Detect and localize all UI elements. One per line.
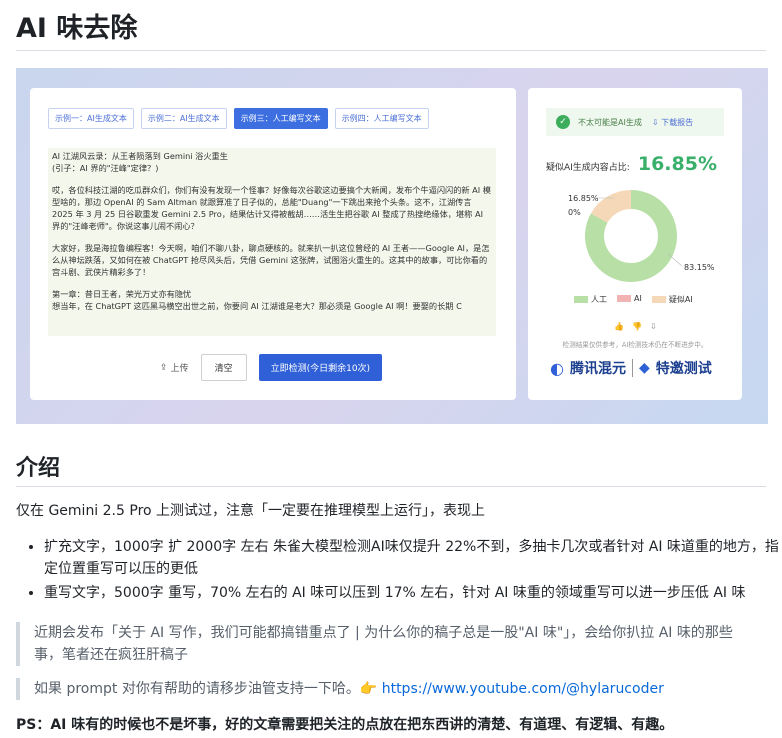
legend-item-human[interactable]: 人工 [574,294,607,305]
tab-example-3[interactable]: 示例三：人工编写文本 [233,108,328,129]
support-text: 如果 prompt 对你有帮助的请移步油管支持一下哈。👉 [34,681,382,697]
ai-ratio: 疑似AI生成内容占比: 16.85% [546,153,717,175]
text-paragraph: 大家好，我是海拉鲁编程客！今天啊，咱们不聊八卦，聊点硬核的。就来扒一扒这位曾经的… [52,243,490,277]
special-test-text: 特邀测试 [655,361,712,377]
legend-label: 人工 [591,295,607,304]
blockquote-upcoming: 近期会发布「关于 AI 写作，我们可能都搞错重点了 | 为什么你的稿子总是一股"… [16,622,756,666]
list-item: 重写文字，5000字 重写，70% 左右的 AI 味可以压到 17% 左右，针对… [44,582,782,604]
action-bar: ⇪ 上传 清空 立即检测(今日剩余10次) [160,354,383,381]
legend-item-suspect[interactable]: 疑似AI [651,294,693,305]
pie-label-mid: 0% [568,208,581,217]
legend-label: AI [634,294,642,303]
zhuque-logo-icon: ◆ [638,360,650,376]
thumbs-up-icon[interactable]: 👍 [614,322,624,331]
tab-example-1[interactable]: 示例一：AI生成文本 [48,108,134,129]
hunyuan-logo-icon: ◐ [550,358,564,378]
pie-label-bottom: 83.15% [684,263,715,272]
example-tabs: 示例一：AI生成文本 示例二：AI生成文本 示例三：人工编写文本 示例四：人工编… [48,108,429,129]
text-paragraph: 哎，各位科技江湖的吃瓜群众们，你们有没有发现一个怪事？好像每次谷歌这边要搞个大新… [52,185,491,231]
list-item: 扩充文字，1000字 扩 2000字 左右 朱雀大模型检测AI味仅提升 22%不… [44,536,782,580]
input-panel: 示例一：AI生成文本 示例二：AI生成文本 示例三：人工编写文本 示例四：人工编… [30,88,516,400]
logo-divider [631,359,633,377]
input-textarea[interactable]: AI 江湖风云录：从王者陨落到 Gemini 浴火重生 (引子：AI 界的"汪峰… [48,148,496,336]
ai-ratio-value: 16.85% [637,153,717,175]
check-icon: ✓ [556,115,570,129]
hunyuan-logo-text: 腾讯混元 [569,361,626,377]
download-label: 下载报告 [661,117,694,127]
feature-list: 扩充文字，1000字 扩 2000字 左右 朱雀大模型检测AI味仅提升 22%不… [26,536,782,606]
page-title: AI 味去除 [16,13,138,44]
upload-icon: ⇪ [160,362,168,373]
upload-label: 上传 [170,364,189,374]
detector-screenshot: 示例一：AI生成文本 示例二：AI生成文本 示例三：人工编写文本 示例四：人工编… [16,68,768,424]
legend-label: 疑似AI [668,295,693,304]
legend-item-ai[interactable]: AI [617,294,642,305]
tab-example-2[interactable]: 示例二：AI生成文本 [140,108,227,129]
intro-heading: 介绍 [16,456,61,481]
clear-button[interactable]: 清空 [200,354,247,381]
intro-text: 仅在 Gemini 2.5 Pro 上测试过，注意「一定要在推理模型上运行」，表… [16,503,486,519]
ps-note: PS：AI 味有的时候也不是坏事，好的文章需要把关注的点放在把东西讲的清楚、有道… [16,717,674,733]
ai-ratio-label: 疑似AI生成内容占比: [546,163,630,173]
tab-example-4[interactable]: 示例四：人工编写文本 [334,108,429,129]
blockquote-support: 如果 prompt 对你有帮助的请移步油管支持一下哈。👉 https://www… [16,678,756,700]
detect-button[interactable]: 立即检测(今日剩余10次) [258,354,383,381]
pie-label-top: 16.85% [568,194,599,203]
status-text: 不太可能是AI生成 [578,117,642,127]
result-panel: ✓ 不太可能是AI生成 ⇩ 下载报告 疑似AI生成内容占比: 16.85% 16… [528,88,742,400]
upload-button[interactable]: ⇪ 上传 [160,361,189,375]
text-paragraph: 第一章：昔日王者，荣光万丈亦有隐忧 想当年，在 ChatGPT 这匹黑马横空出世… [52,289,462,311]
intro-divider [16,486,766,487]
status-banner: ✓ 不太可能是AI生成 ⇩ 下载报告 [546,108,724,136]
thumbs-down-icon[interactable]: 👎 [632,322,642,331]
partner-logos: ◐ 腾讯混元 ◆ 特邀测试 [550,358,712,378]
youtube-link[interactable]: https://www.youtube.com/@hylarucoder [382,681,664,697]
text-paragraph: AI 江湖风云录：从王者陨落到 Gemini 浴火重生 (引子：AI 界的"汪峰… [52,151,228,173]
download-report-link[interactable]: ⇩ 下载报告 [652,117,693,128]
share-icon[interactable]: ⇩ [650,322,657,331]
donut-chart: 16.85% 0% 83.15% [568,190,715,282]
feedback-icons: 👍 👎 ⇩ [614,322,657,331]
title-divider [16,50,766,51]
chart-legend: 人工 AI 疑似AI [574,294,693,305]
disclaimer-text: 检测结果仅供参考，AI检测技术仍在不断进步中。 [562,341,708,349]
